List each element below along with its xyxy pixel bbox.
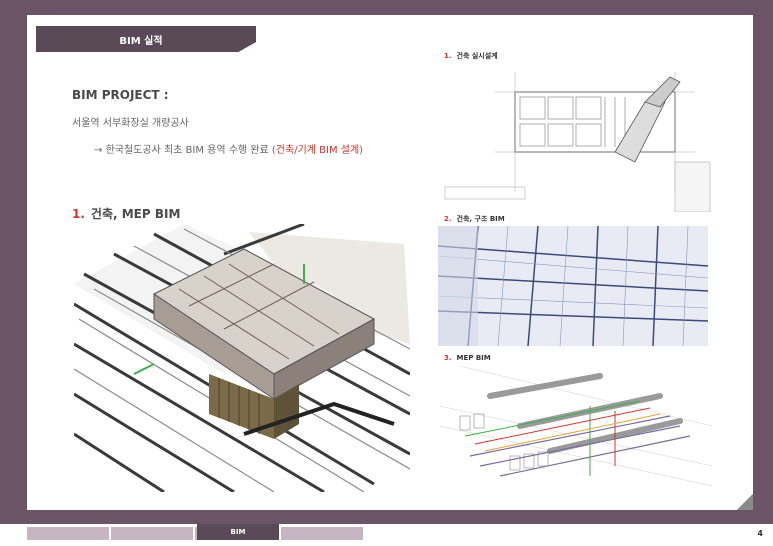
section-tab: BIM 실적 bbox=[36, 26, 256, 52]
caption-plan: 1. 건축 실시설계 bbox=[444, 51, 498, 61]
caption-structure-label: 건축, 구조 BIM bbox=[456, 215, 505, 223]
footer-tab-5[interactable] bbox=[281, 527, 363, 540]
detail-highlight: 건축/기계 BIM 설계 bbox=[275, 145, 360, 156]
page-fold-corner bbox=[737, 494, 753, 510]
project-detail: → 한국철도공사 최초 BIM 용역 수행 완료 (건축/기계 BIM 설계) bbox=[94, 141, 363, 156]
footer-tab-bim-label: BIM bbox=[230, 528, 246, 536]
detail-suffix: ) bbox=[359, 145, 364, 156]
footer-tab-1[interactable] bbox=[27, 527, 109, 540]
footer-tab-bim[interactable]: BIM bbox=[197, 524, 279, 540]
project-subtitle: 서울역 서부화장실 개량공사 bbox=[72, 118, 189, 129]
section1-heading: 1. 건축, MEP BIM bbox=[72, 205, 180, 222]
floor-plan-drawing-image bbox=[440, 62, 715, 212]
section1-number: 1. bbox=[72, 207, 85, 221]
caption-plan-number: 1. bbox=[444, 52, 452, 60]
page-number: 4 bbox=[757, 529, 763, 538]
section-tab-label: BIM 실적 bbox=[119, 36, 163, 47]
mep-bim-image bbox=[440, 366, 712, 488]
bim-isometric-model-image bbox=[74, 224, 410, 492]
caption-mep-number: 3. bbox=[444, 354, 452, 362]
project-title: BIM PROJECT : bbox=[72, 88, 169, 102]
caption-structure-number: 2. bbox=[444, 215, 452, 223]
detail-prefix: 한국철도공사 최초 BIM 용역 수행 완료 ( bbox=[105, 145, 276, 156]
structural-bim-image bbox=[438, 226, 708, 346]
footer-tab-2[interactable] bbox=[111, 527, 193, 540]
caption-mep-label: MEP BIM bbox=[456, 354, 491, 362]
caption-plan-label: 건축 실시설계 bbox=[456, 52, 498, 60]
arrow-icon: → bbox=[94, 145, 103, 156]
section1-label: 건축, MEP BIM bbox=[90, 207, 181, 221]
caption-mep: 3. MEP BIM bbox=[444, 354, 491, 362]
caption-structure: 2. 건축, 구조 BIM bbox=[444, 214, 505, 224]
